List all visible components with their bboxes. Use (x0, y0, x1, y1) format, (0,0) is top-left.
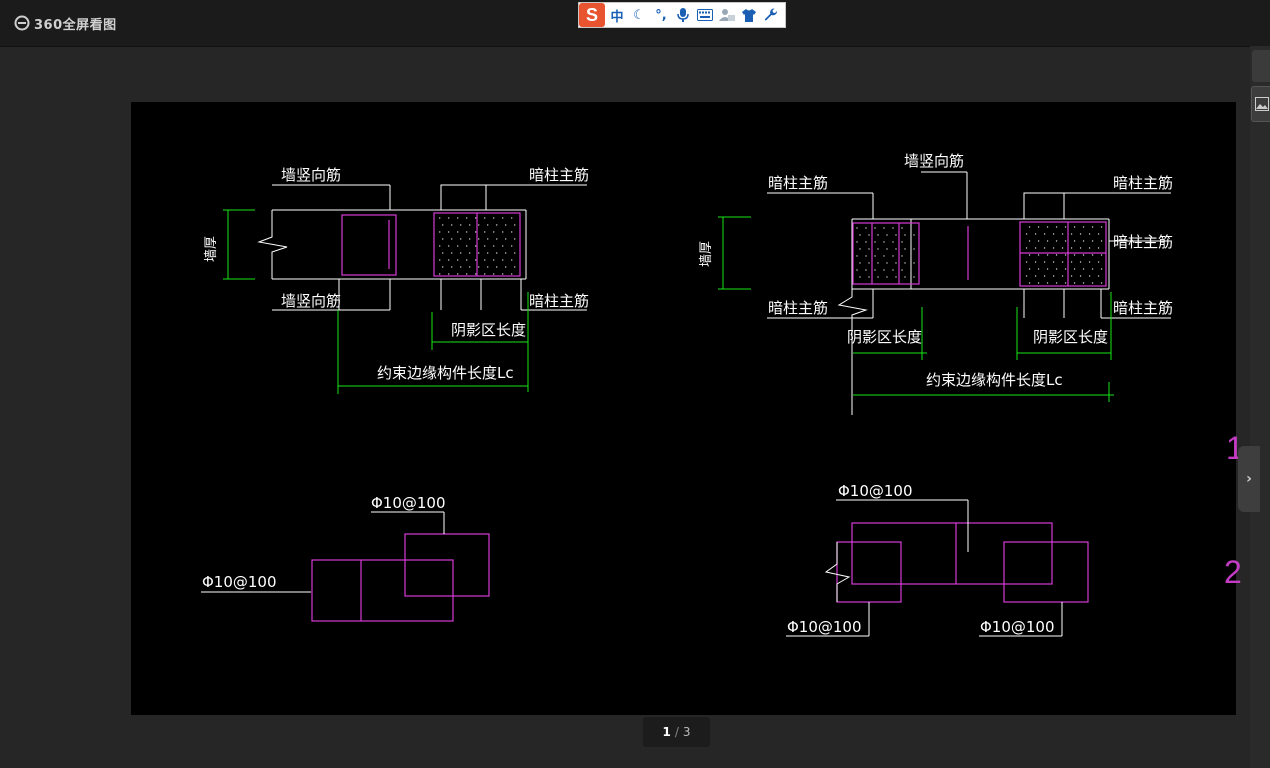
right-hidden-col-bl-label: 暗柱主筋 (768, 299, 828, 317)
punctuation-icon[interactable]: °, (651, 5, 671, 25)
page-indicator: 1 / 3 (643, 717, 710, 747)
app-logo: 360全屏看图 (14, 12, 117, 34)
left-rebar-cage (341, 212, 521, 277)
app-title: 360全屏看图 (34, 17, 117, 33)
chevron-right-icon: › (1246, 471, 1252, 487)
left-stirrup-left-label: Φ10@100 (202, 573, 277, 591)
current-page: 1 (662, 725, 671, 739)
left-stirrup-top-label: Φ10@100 (371, 494, 446, 512)
left-wall-vertical-bottom-label: 墙竖向筋 (281, 292, 341, 310)
title-bar: 360全屏看图 S 中 ☾ °, (0, 0, 1270, 47)
drawing-canvas[interactable]: 墙竖向筋 暗柱主筋 墙竖向筋 暗柱主筋 阴影区长度 约束边缘构件长度Lc 墙厚 … (131, 102, 1236, 715)
right-edge-length-label: 约束边缘构件长度Lc (926, 371, 1063, 389)
left-wall-vertical-top-label: 墙竖向筋 (281, 166, 341, 184)
left-stirrup-detail (201, 511, 490, 622)
right-shadow-length-right-label: 阴影区长度 (1033, 328, 1108, 346)
side-panel-tab[interactable] (1252, 50, 1270, 82)
app-logo-icon (14, 15, 30, 31)
sogou-logo-icon[interactable]: S (579, 3, 605, 27)
ime-mode-button[interactable]: 中 (607, 5, 627, 25)
moon-icon[interactable]: ☾ (629, 5, 649, 25)
right-wall-vertical-label: 墙竖向筋 (904, 152, 964, 170)
user-card-icon[interactable] (717, 5, 737, 25)
page-separator: / (674, 725, 679, 739)
right-hidden-col-tr-label: 暗柱主筋 (1113, 174, 1173, 192)
left-hidden-col-top-label: 暗柱主筋 (529, 166, 589, 184)
right-stirrup-bl-label: Φ10@100 (787, 618, 862, 636)
skin-shirt-icon[interactable] (739, 5, 759, 25)
right-hidden-col-br-label: 暗柱主筋 (1113, 299, 1173, 317)
drawing-labels: 墙竖向筋 暗柱主筋 墙竖向筋 暗柱主筋 阴影区长度 约束边缘构件长度Lc 墙厚 … (202, 152, 1173, 636)
right-hidden-col-tl-label: 暗柱主筋 (768, 174, 828, 192)
side-panel-toggle-button[interactable]: › (1238, 446, 1260, 512)
left-shadow-length-label: 阴影区长度 (451, 321, 526, 339)
left-hidden-col-bottom-label: 暗柱主筋 (529, 292, 589, 310)
right-stirrup-br-label: Φ10@100 (980, 618, 1055, 636)
wrench-icon[interactable] (761, 5, 781, 25)
edge-number-2: 2 (1224, 554, 1242, 590)
right-stirrup-top-label: Φ10@100 (838, 482, 913, 500)
microphone-icon[interactable] (673, 5, 693, 25)
left-edge-length-label: 约束边缘构件长度Lc (377, 364, 514, 382)
right-hidden-col-mr-label: 暗柱主筋 (1113, 233, 1173, 251)
right-stirrup-detail (786, 499, 1089, 637)
total-pages: 3 (682, 725, 691, 739)
side-panel-strip (1250, 46, 1270, 768)
cad-drawing: 墙竖向筋 暗柱主筋 墙竖向筋 暗柱主筋 阴影区长度 约束边缘构件长度Lc 墙厚 … (201, 152, 1173, 637)
right-rebar-cage (852, 221, 1107, 287)
right-hatch (856, 226, 1103, 284)
right-wall-thickness-label: 墙厚 (699, 241, 714, 267)
right-shadow-length-left-label: 阴影区长度 (847, 328, 922, 346)
keyboard-icon[interactable] (695, 5, 715, 25)
ime-toolbar[interactable]: S 中 ☾ °, (578, 2, 786, 28)
thumbnail-button[interactable] (1251, 86, 1270, 122)
image-icon (1254, 97, 1269, 111)
left-wall-thickness-label: 墙厚 (204, 236, 219, 262)
